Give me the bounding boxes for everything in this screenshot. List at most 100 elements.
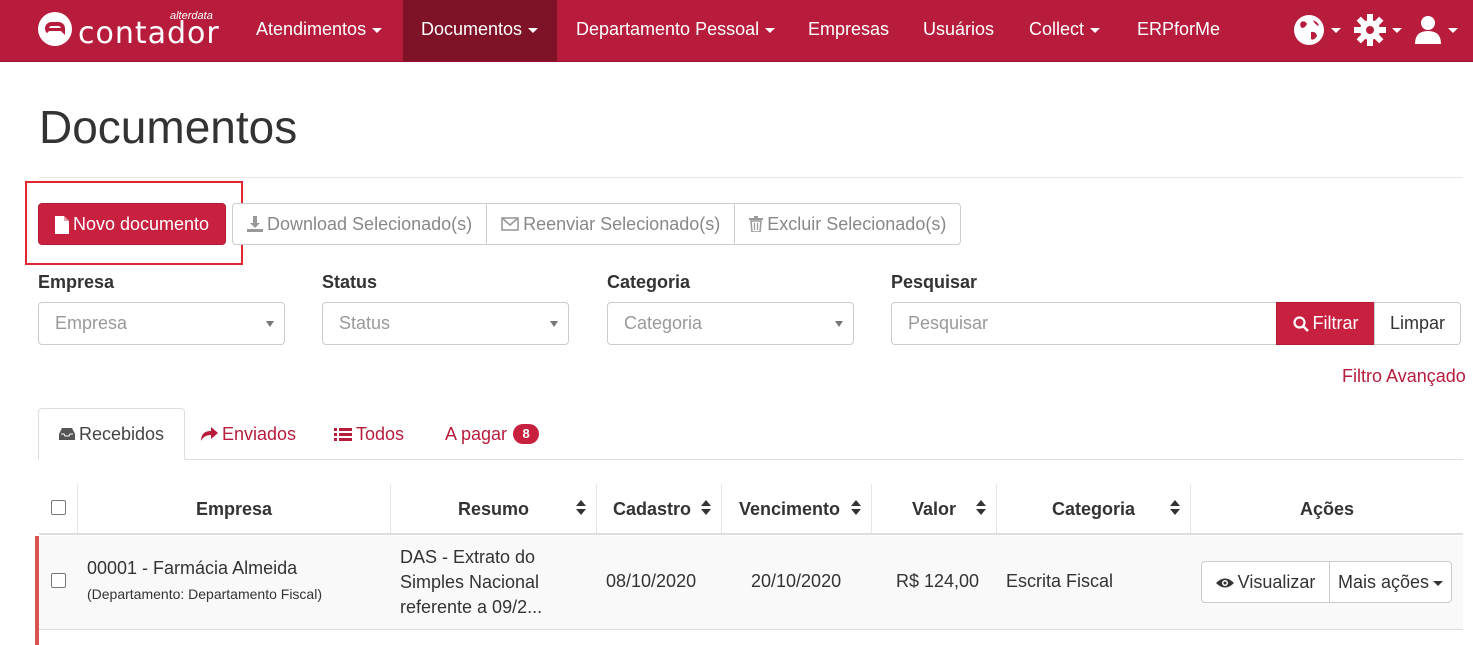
nav-documentos[interactable]: Documentos bbox=[403, 0, 557, 61]
column-header-acoes: Ações bbox=[1190, 484, 1463, 534]
cell-categoria: Escrita Fiscal bbox=[1006, 571, 1114, 591]
nav-label: Empresas bbox=[808, 19, 890, 39]
download-selected-label: Download Selecionado(s) bbox=[267, 214, 473, 234]
tab-label: Recebidos bbox=[79, 424, 165, 444]
column-header-categoria[interactable]: Categoria bbox=[996, 484, 1190, 534]
column-header-valor[interactable]: Valor bbox=[871, 484, 996, 534]
nav-label: Atendimentos bbox=[256, 19, 367, 39]
more-actions-button[interactable]: Mais ações bbox=[1329, 561, 1452, 603]
user-menu[interactable] bbox=[1414, 14, 1466, 46]
column-header-cadastro[interactable]: Cadastro bbox=[596, 484, 721, 534]
logo-subtext: alterdata bbox=[170, 10, 213, 22]
logo-e-icon bbox=[38, 12, 72, 46]
bulk-actions-group: Download Selecionado(s) Reenviar Selecio… bbox=[232, 203, 962, 245]
chevron-down-icon bbox=[835, 321, 843, 327]
resumo-line: Simples Nacional bbox=[400, 572, 540, 592]
view-button[interactable]: Visualizar bbox=[1201, 561, 1330, 603]
search-input[interactable]: Pesquisar bbox=[891, 302, 1277, 345]
column-header-resumo[interactable]: Resumo bbox=[390, 484, 596, 534]
column-label: Resumo bbox=[457, 499, 529, 519]
categoria-label: Categoria bbox=[607, 272, 691, 292]
nav-label: Usuários bbox=[923, 19, 995, 39]
nav-erpforme[interactable]: ERPforMe bbox=[1119, 0, 1238, 61]
divider bbox=[39, 177, 1463, 178]
tab-label: A pagar bbox=[445, 424, 508, 444]
tab-label: Enviados bbox=[222, 424, 297, 444]
tab-label: Todos bbox=[356, 424, 405, 444]
trash-icon bbox=[749, 216, 764, 232]
nav-usuarios[interactable]: Usuários bbox=[905, 0, 1012, 61]
sort-icon bbox=[976, 498, 986, 518]
delete-selected-button[interactable]: Excluir Selecionado(s) bbox=[734, 203, 962, 245]
file-icon bbox=[54, 216, 69, 235]
nav-atendimentos[interactable]: Atendimentos bbox=[238, 0, 400, 61]
tab-recebidos[interactable]: Recebidos bbox=[38, 408, 186, 460]
page-title: Documentos bbox=[39, 101, 298, 153]
resumo-line: DAS - Extrato do bbox=[400, 547, 536, 567]
chevron-down-icon bbox=[765, 27, 776, 33]
cell-empresa: 00001 - Farmácia Almeida (Departamento: … bbox=[87, 558, 322, 604]
language-menu[interactable] bbox=[1293, 14, 1345, 46]
search-placeholder: Pesquisar bbox=[908, 313, 989, 333]
resend-selected-label: Reenviar Selecionado(s) bbox=[523, 214, 721, 234]
settings-menu[interactable] bbox=[1354, 14, 1406, 46]
search-icon bbox=[1292, 316, 1309, 333]
chevron-down-icon bbox=[1090, 27, 1101, 33]
sort-icon bbox=[851, 498, 861, 518]
table-header-divider bbox=[39, 533, 1463, 535]
resend-selected-button[interactable]: Reenviar Selecionado(s) bbox=[486, 203, 736, 245]
gear-icon bbox=[1354, 14, 1402, 46]
list-icon bbox=[334, 428, 352, 441]
nav-empresas[interactable]: Empresas bbox=[790, 0, 907, 61]
filter-button[interactable]: Filtrar bbox=[1276, 302, 1375, 345]
row-checkbox[interactable] bbox=[51, 573, 66, 588]
envelope-icon bbox=[501, 217, 519, 231]
nav-departamento-pessoal[interactable]: Departamento Pessoal bbox=[558, 0, 793, 61]
sort-icon bbox=[701, 498, 711, 518]
tab-todos[interactable]: Todos bbox=[314, 408, 424, 460]
chevron-down-icon bbox=[550, 321, 558, 327]
top-navbar: contador alterdata Atendimentos Document… bbox=[0, 0, 1473, 62]
tab-a-pagar[interactable]: A pagar 8 bbox=[425, 408, 559, 460]
chevron-down-icon bbox=[372, 27, 383, 33]
empresa-label: Empresa bbox=[38, 272, 115, 292]
chevron-down-icon bbox=[266, 321, 274, 327]
nav-label: Collect bbox=[1029, 19, 1085, 39]
chevron-down-icon bbox=[528, 27, 539, 33]
resumo-line: referente a 09/2... bbox=[400, 597, 543, 617]
nav-collect[interactable]: Collect bbox=[1011, 0, 1118, 61]
new-document-button[interactable]: Novo documento bbox=[38, 203, 226, 245]
user-icon bbox=[1415, 16, 1458, 44]
status-select[interactable]: Status bbox=[322, 302, 569, 345]
empresa-name: 00001 - Farmácia Almeida bbox=[87, 558, 298, 578]
column-header-vencimento[interactable]: Vencimento bbox=[721, 484, 871, 534]
cell-cadastro: 08/10/2020 bbox=[606, 571, 697, 591]
column-label: Ações bbox=[1299, 499, 1355, 519]
inbox-icon bbox=[59, 428, 75, 440]
logo[interactable]: contador alterdata bbox=[38, 8, 223, 54]
share-icon bbox=[201, 427, 218, 441]
categoria-select[interactable]: Categoria bbox=[607, 302, 854, 345]
empresa-select[interactable]: Empresa bbox=[38, 302, 285, 345]
view-label: Visualizar bbox=[1237, 572, 1316, 592]
download-selected-button[interactable]: Download Selecionado(s) bbox=[232, 203, 488, 245]
chevron-down-icon bbox=[1433, 580, 1444, 586]
eye-icon bbox=[1215, 578, 1234, 588]
pesquisar-label: Pesquisar bbox=[891, 272, 978, 292]
row-status-accent bbox=[35, 536, 39, 645]
clear-label: Limpar bbox=[1389, 313, 1446, 333]
column-label: Categoria bbox=[1051, 499, 1136, 519]
download-icon bbox=[247, 216, 263, 232]
column-label: Valor bbox=[911, 499, 957, 519]
more-actions-label: Mais ações bbox=[1337, 572, 1430, 592]
sort-icon bbox=[1170, 498, 1180, 518]
count-badge: 8 bbox=[513, 424, 540, 444]
filter-label: Filtrar bbox=[1312, 313, 1359, 333]
tab-enviados[interactable]: Enviados bbox=[180, 408, 316, 460]
column-header-empresa[interactable]: Empresa bbox=[77, 484, 390, 534]
delete-selected-label: Excluir Selecionado(s) bbox=[767, 214, 947, 234]
column-label: Empresa bbox=[195, 499, 273, 519]
clear-button[interactable]: Limpar bbox=[1374, 302, 1461, 345]
advanced-filter-link[interactable]: Filtro Avançado bbox=[1342, 366, 1466, 387]
select-all-checkbox[interactable] bbox=[51, 500, 66, 515]
